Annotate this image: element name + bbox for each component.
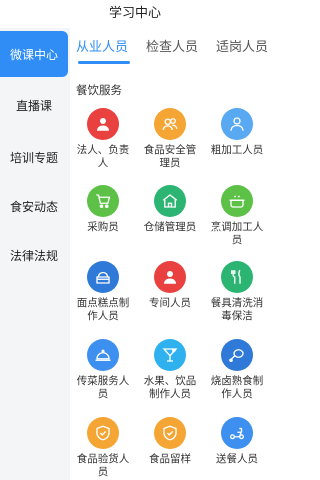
role-label: 水果、饮品制作人员 <box>143 375 197 400</box>
role-item[interactable]: 采购员 <box>70 185 136 234</box>
role-item[interactable]: 食品验货人员 <box>70 417 136 479</box>
role-label: 面点糕点制作人员 <box>76 297 130 322</box>
active-tab-indicator <box>78 61 130 64</box>
role-label: 食品留样 <box>149 453 191 465</box>
role-label: 传菜服务人员 <box>76 375 130 400</box>
role-item[interactable]: 水果、饮品制作人员 <box>137 339 203 401</box>
tab-inspectors[interactable]: 检查人员 <box>146 28 198 68</box>
role-item[interactable]: 餐具清洗消毒保洁 <box>204 261 270 323</box>
role-item[interactable]: 送餐人员 <box>204 417 270 466</box>
user-icon <box>221 108 253 140</box>
shield-check-icon <box>87 417 119 449</box>
role-label: 食品安全管理员 <box>143 144 197 169</box>
role-item[interactable]: 面点糕点制作人员 <box>70 261 136 323</box>
role-label: 烧卤熟食制作人员 <box>210 375 264 400</box>
cutlery-icon <box>221 261 253 293</box>
cart-icon <box>87 185 119 217</box>
role-item[interactable]: 食品安全管理员 <box>137 108 203 170</box>
role-item[interactable]: 粗加工人员 <box>204 108 270 157</box>
sidebar-item-training-topics[interactable]: 培训专题 <box>0 134 68 180</box>
sidebar-item-micro-course[interactable]: 微课中心 <box>0 31 68 77</box>
role-item[interactable]: 烧卤熟食制作人员 <box>204 339 270 401</box>
role-label: 送餐人员 <box>216 453 258 465</box>
role-label: 餐具清洗消毒保洁 <box>210 297 264 322</box>
sidebar-item-live-course[interactable]: 直播课 <box>0 82 68 128</box>
cloche-icon <box>87 339 119 371</box>
role-label: 仓储管理员 <box>143 221 197 233</box>
role-item[interactable]: 传菜服务人员 <box>70 339 136 401</box>
cake-icon <box>87 261 119 293</box>
role-label: 烹调加工人员 <box>210 221 264 246</box>
role-label: 食品验货人员 <box>76 453 130 478</box>
role-grid: 法人、负责人 食品安全管理员 粗加工人员采购员 仓储管理员 烹调加工人员面点糕点制作人员… <box>70 108 270 480</box>
section-title: 餐饮服务 <box>76 83 122 97</box>
tab-qualified-staff[interactable]: 适岗人员 <box>216 28 268 68</box>
role-item[interactable]: 仓储管理员 <box>137 185 203 234</box>
role-label: 法人、负责人 <box>76 144 130 169</box>
sidebar: 微课中心 直播课 培训专题 食安动态 法律法规 <box>0 28 70 480</box>
person-icon <box>87 108 119 140</box>
cocktail-icon <box>154 339 186 371</box>
role-item[interactable]: 专间人员 <box>137 261 203 310</box>
scooter-icon <box>221 417 253 449</box>
person-icon <box>154 261 186 293</box>
meat-icon <box>221 339 253 371</box>
sidebar-item-food-safety-news[interactable]: 食安动态 <box>0 183 68 229</box>
role-label: 粗加工人员 <box>210 144 264 156</box>
shield-check-icon <box>154 417 186 449</box>
role-label: 采购员 <box>87 221 119 233</box>
group-icon <box>154 108 186 140</box>
role-item[interactable]: 烹调加工人员 <box>204 185 270 247</box>
role-label: 专间人员 <box>149 297 191 309</box>
role-item[interactable]: 法人、负责人 <box>70 108 136 170</box>
pot-icon <box>221 185 253 217</box>
role-item[interactable]: 食品留样 <box>137 417 203 466</box>
tab-bar: 从业人员 检查人员 适岗人员 <box>70 28 270 68</box>
sidebar-item-laws-regulations[interactable]: 法律法规 <box>0 232 68 278</box>
page-title: 学习中心 <box>0 0 270 28</box>
house-icon <box>154 185 186 217</box>
